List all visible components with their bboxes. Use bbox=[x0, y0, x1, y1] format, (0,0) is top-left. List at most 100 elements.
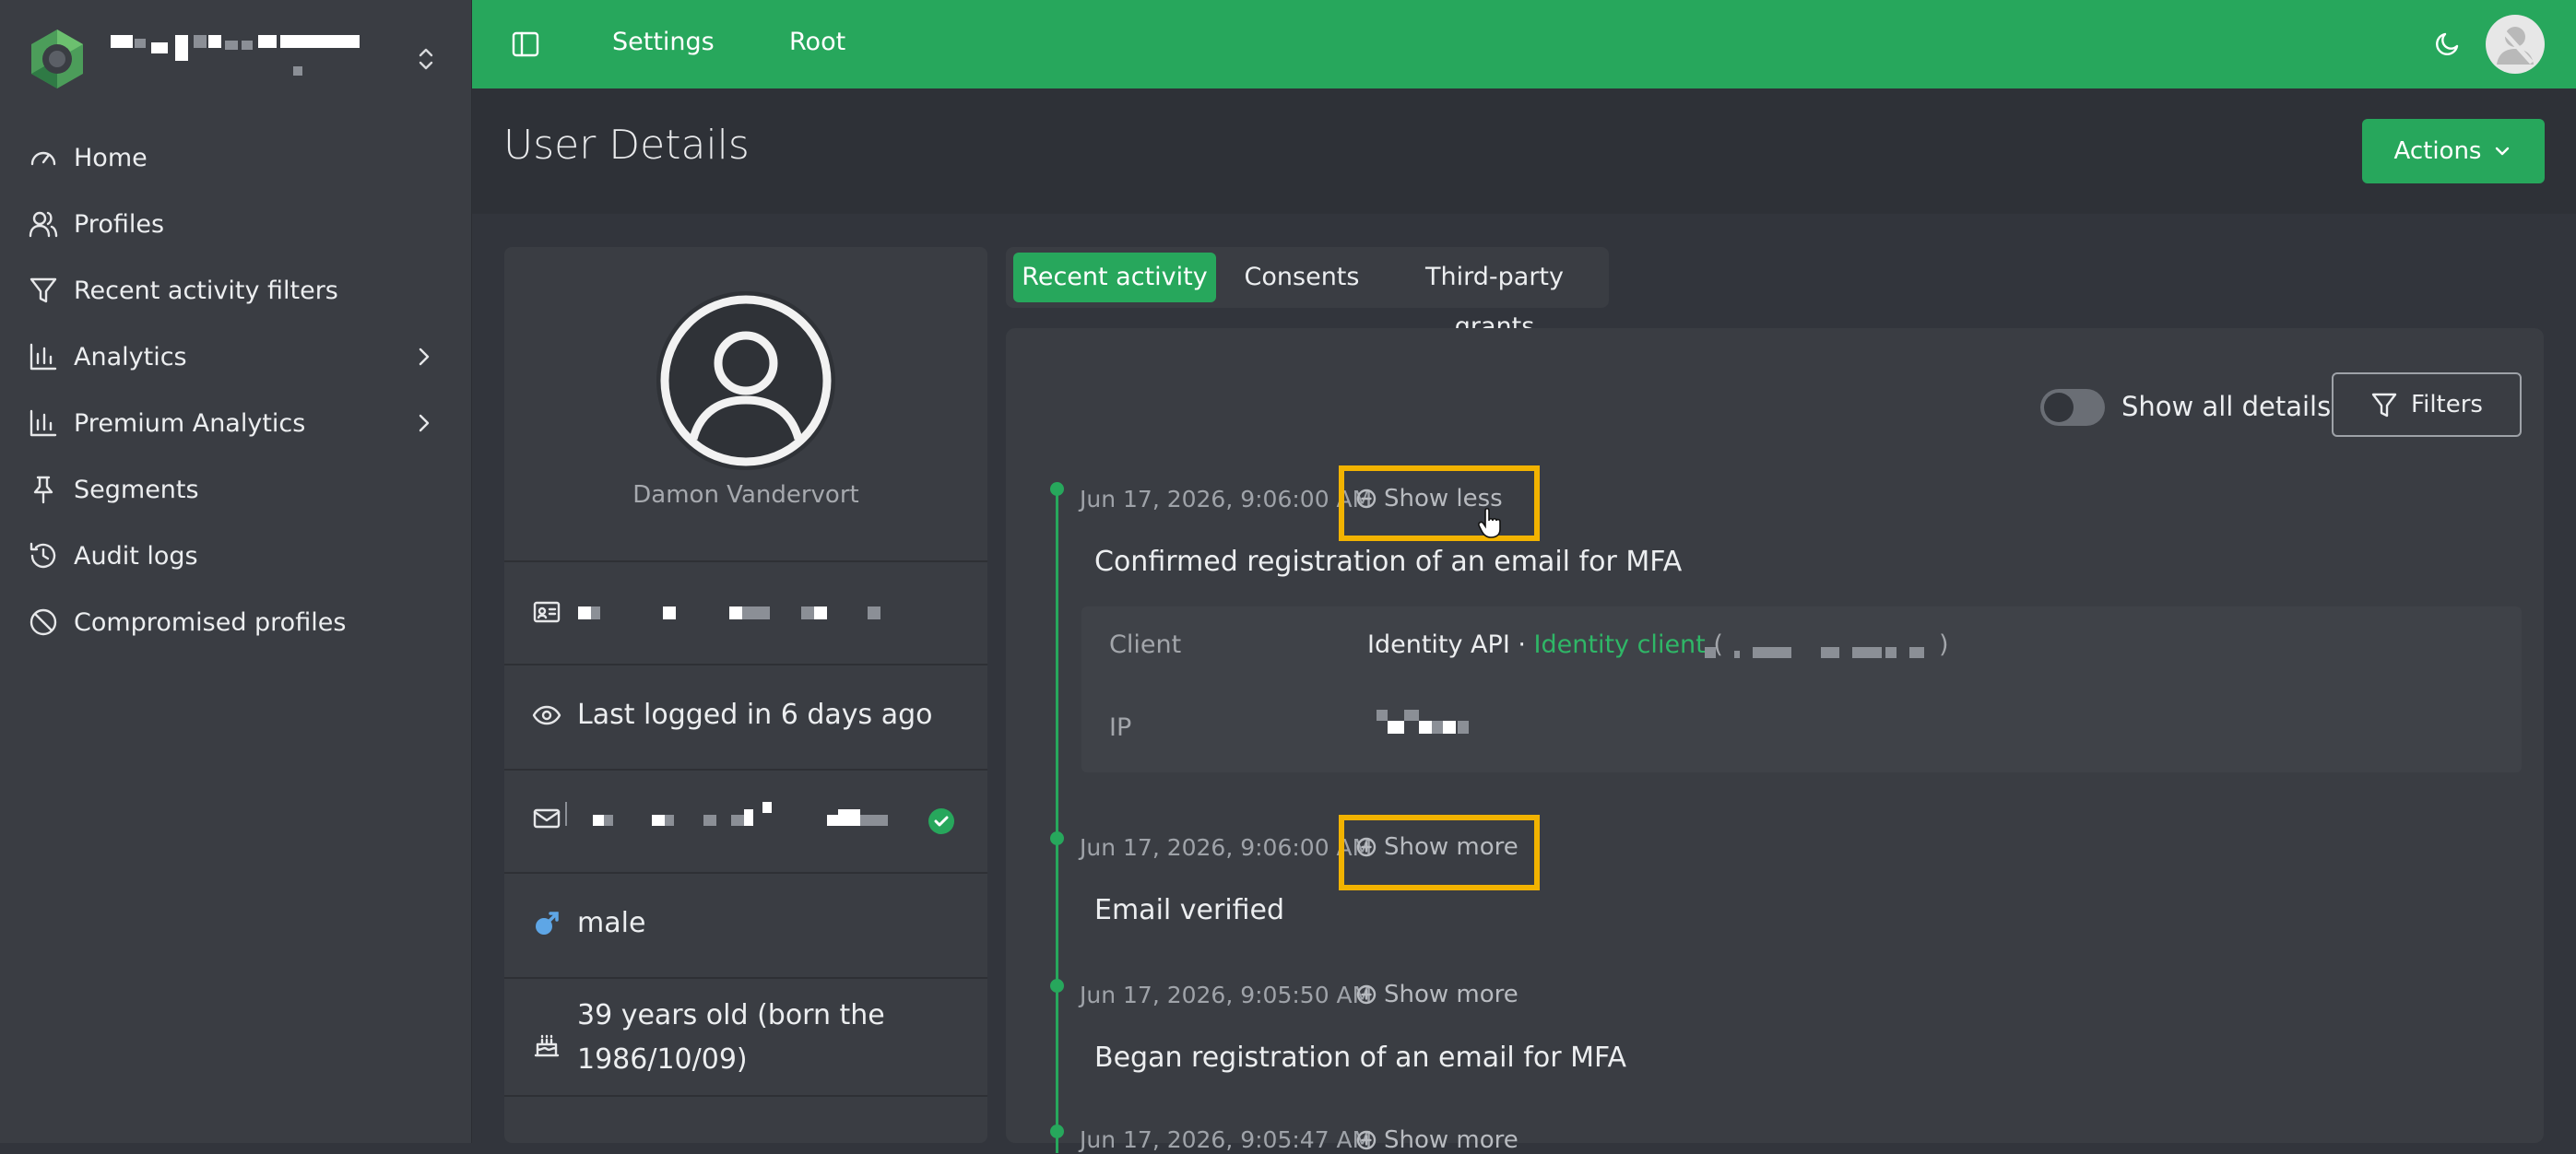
users-icon bbox=[29, 211, 58, 238]
actions-button[interactable]: Actions bbox=[2362, 119, 2545, 183]
timeline-dot bbox=[1050, 1125, 1064, 1138]
show-all-details-label: Show all details bbox=[2121, 391, 2332, 422]
topbar-link-root[interactable]: Root bbox=[789, 28, 845, 56]
id-card-icon bbox=[533, 601, 561, 623]
event-title: Began registration of an email for MFA bbox=[1094, 1042, 1626, 1074]
sidebar-item-home[interactable]: Home bbox=[0, 129, 471, 186]
show-more-button[interactable]: Show more bbox=[1356, 981, 1518, 1008]
birth-text-line2: 1986/10/09) bbox=[577, 1043, 748, 1076]
timeline-dot bbox=[1050, 482, 1064, 496]
activity-tabs: Recent activity Consents Third-party gra… bbox=[1006, 247, 1609, 341]
filters-button[interactable]: Filters bbox=[2332, 372, 2522, 437]
male-icon bbox=[536, 912, 559, 935]
sidebar-item-recent-activity-filters[interactable]: Recent activity filters bbox=[0, 262, 471, 319]
eye-icon bbox=[532, 705, 561, 725]
top-bar: Settings Root bbox=[472, 0, 2576, 88]
birth-text-line1: 39 years old (born the bbox=[577, 999, 885, 1031]
cake-icon bbox=[534, 1034, 560, 1057]
hand-cursor-icon bbox=[1478, 507, 1501, 538]
plus-circle-icon bbox=[1356, 1130, 1377, 1150]
highlight-box bbox=[1339, 465, 1540, 541]
sidebar-item-analytics[interactable]: Analytics bbox=[0, 328, 471, 385]
profile-last-login-row: Last logged in 6 days ago bbox=[504, 664, 987, 769]
detail-label-ip: IP bbox=[1109, 713, 1132, 742]
sidebar-item-audit-logs[interactable]: Audit logs bbox=[0, 527, 471, 584]
profile-email-row bbox=[504, 769, 987, 872]
timeline-line bbox=[1056, 489, 1058, 1153]
chevron-down-icon bbox=[2496, 147, 2510, 156]
paren-close: ) bbox=[1939, 630, 1949, 659]
profile-birth-row: 39 years old (born the 1986/10/09) bbox=[504, 977, 987, 1095]
chevron-right-icon bbox=[419, 414, 430, 432]
profile-avatar bbox=[656, 291, 835, 470]
activity-panel: Show all details Filters Jun 17, 2026, 9… bbox=[1006, 328, 2544, 1154]
sidebar: Home Profiles Recent activity filters An… bbox=[0, 0, 472, 1143]
pin-icon bbox=[33, 476, 53, 504]
profile-card: Damon Vandervort Last logged in 6 days a… bbox=[504, 247, 987, 1143]
brand-logo bbox=[31, 29, 83, 88]
event-title: Email verified bbox=[1094, 894, 1285, 926]
verified-check-icon bbox=[928, 808, 954, 834]
toggle-knob bbox=[2044, 393, 2074, 422]
chevron-right-icon bbox=[419, 347, 430, 366]
funnel-icon bbox=[30, 277, 57, 303]
sidebar-item-premium-analytics[interactable]: Premium Analytics bbox=[0, 394, 471, 452]
gauge-icon bbox=[30, 151, 56, 166]
tab-consents[interactable]: Consents bbox=[1220, 253, 1384, 302]
last-login-text: Last logged in 6 days ago bbox=[577, 699, 933, 731]
page-title: User Details bbox=[503, 122, 750, 169]
profile-name: Damon Vandervort bbox=[632, 481, 859, 509]
timeline-dot bbox=[1050, 831, 1064, 845]
moon-icon[interactable] bbox=[2432, 28, 2464, 59]
event-time: Jun 17, 2026, 9:06:00 AM bbox=[1080, 834, 1373, 861]
mail-icon bbox=[533, 808, 561, 829]
filters-button-label: Filters bbox=[2411, 391, 2483, 418]
event-title: Confirmed registration of an email for M… bbox=[1094, 546, 1683, 578]
sidebar-item-label: Segments bbox=[74, 475, 199, 504]
bar-chart-icon bbox=[30, 409, 57, 437]
sidebar-item-profiles[interactable]: Profiles bbox=[0, 195, 471, 253]
sidebar-item-compromised-profiles[interactable]: Compromised profiles bbox=[0, 594, 471, 651]
user-circle-icon bbox=[660, 295, 832, 466]
timeline-dot bbox=[1050, 979, 1064, 993]
event-time: Jun 17, 2026, 9:06:00 AM bbox=[1080, 486, 1373, 512]
bar-chart-icon bbox=[30, 343, 57, 371]
sidebar-item-label: Recent activity filters bbox=[74, 276, 338, 305]
show-all-details-toggle[interactable] bbox=[2040, 389, 2105, 426]
show-more-label: Show more bbox=[1384, 981, 1518, 1008]
brand-switcher[interactable] bbox=[0, 0, 471, 118]
sidebar-item-label: Compromised profiles bbox=[74, 607, 347, 637]
actions-button-label: Actions bbox=[2393, 137, 2482, 165]
chevron-up-down-icon[interactable] bbox=[413, 44, 439, 74]
funnel-icon bbox=[2371, 393, 2397, 418]
detail-label-client: Client bbox=[1109, 630, 1182, 659]
highlight-box bbox=[1339, 815, 1540, 890]
sidebar-item-label: Analytics bbox=[74, 342, 187, 371]
sidebar-item-label: Home bbox=[74, 143, 148, 172]
user-avatar[interactable] bbox=[2486, 15, 2545, 74]
plus-circle-icon bbox=[1356, 984, 1377, 1005]
client-api-text: Identity API · bbox=[1367, 630, 1534, 659]
detail-value-client: Identity API · Identity client ( bbox=[1367, 630, 1723, 659]
event-time: Jun 17, 2026, 9:05:50 AM bbox=[1080, 982, 1373, 1008]
history-icon bbox=[30, 542, 56, 569]
event-time: Jun 17, 2026, 9:05:47 AM bbox=[1080, 1126, 1373, 1153]
tab-recent-activity[interactable]: Recent activity bbox=[1013, 253, 1216, 302]
sidebar-item-label: Profiles bbox=[74, 209, 165, 239]
identity-client-link[interactable]: Identity client bbox=[1534, 630, 1706, 659]
profile-id-row bbox=[504, 560, 987, 664]
profile-gender-row: male bbox=[504, 872, 987, 977]
sidebar-item-segments[interactable]: Segments bbox=[0, 461, 471, 518]
sidebar-item-label: Premium Analytics bbox=[74, 408, 306, 438]
ban-icon bbox=[30, 608, 57, 636]
tab-third-party-grants[interactable]: Third-party grants bbox=[1388, 253, 1601, 341]
topbar-link-settings[interactable]: Settings bbox=[612, 28, 715, 56]
show-more-button[interactable]: Show more bbox=[1356, 1126, 1518, 1154]
event-details: Client Identity API · Identity client ( … bbox=[1081, 606, 2522, 772]
divider bbox=[504, 1095, 987, 1097]
sidebar-item-label: Audit logs bbox=[74, 541, 198, 571]
sidebar-toggle-icon[interactable] bbox=[509, 28, 542, 61]
show-more-label: Show more bbox=[1384, 1126, 1518, 1154]
gender-text: male bbox=[577, 907, 646, 939]
page-header: User Details Actions bbox=[472, 88, 2576, 214]
